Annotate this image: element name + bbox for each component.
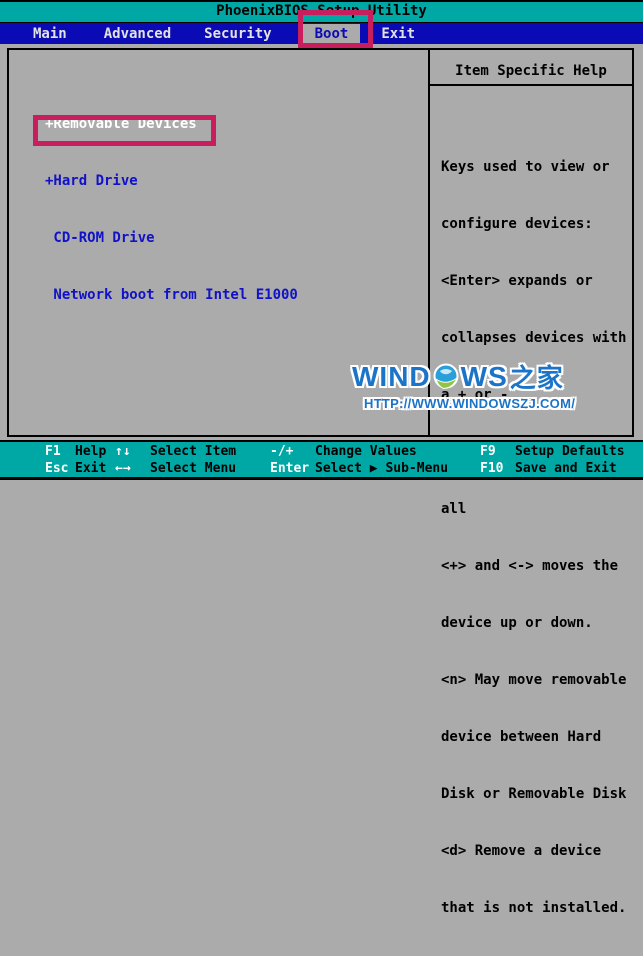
- watermark-logo-cn: 之家: [509, 363, 564, 393]
- key-f1: F1: [45, 444, 61, 459]
- watermark-logo: WIND WS 之家: [352, 358, 575, 395]
- key-f9: F9: [480, 444, 496, 459]
- key-esc: Esc: [45, 461, 69, 476]
- tab-advanced[interactable]: Advanced: [100, 24, 175, 44]
- tab-security[interactable]: Security: [200, 24, 275, 44]
- help-pane-title: Item Specific Help: [430, 50, 632, 86]
- footer-keybar: F1 Help ↑↓ Select Item -/+ Change Values…: [0, 440, 643, 480]
- key-minus-plus: -/+: [270, 444, 294, 459]
- boot-item-cdrom-drive[interactable]: CD-ROM Drive: [45, 229, 298, 248]
- key-f10: F10: [480, 461, 504, 476]
- bios-setup-screen: { "title": "PhoenixBIOS Setup Utility", …: [0, 0, 643, 916]
- removable-devices-annotation-box: [33, 115, 216, 146]
- key-updown-arrows: ↑↓: [115, 444, 131, 459]
- watermark-url: HTTP://WWW.WINDOWSZJ.COM/: [364, 396, 576, 411]
- help-line: that is not installed.: [441, 900, 627, 916]
- footer-row-2: Esc Exit ←→ Select Menu Enter Select ▶ S…: [0, 460, 643, 477]
- tab-exit[interactable]: Exit: [377, 24, 419, 44]
- help-line: device up or down.: [441, 615, 593, 631]
- label-help: Help: [75, 444, 107, 459]
- boot-tab-annotation-box: [298, 10, 373, 48]
- watermark-logo-suffix: WS: [460, 360, 508, 392]
- help-line: configure devices:: [441, 216, 593, 232]
- help-line: <n> May move removable: [441, 672, 627, 688]
- help-pane-text: Keys used to view or configure devices: …: [441, 120, 626, 956]
- help-line: <Enter> expands or: [441, 273, 593, 289]
- footer-row-1: F1 Help ↑↓ Select Item -/+ Change Values…: [0, 443, 643, 460]
- label-select-item: Select Item: [150, 444, 237, 459]
- key-leftright-arrows: ←→: [115, 461, 131, 476]
- label-save-and-exit: Save and Exit: [515, 461, 617, 476]
- label-change-values: Change Values: [315, 444, 417, 459]
- help-line: <d> Remove a device: [441, 843, 602, 859]
- globe-icon: [433, 363, 459, 389]
- watermark-logo-prefix: WIND: [352, 360, 431, 392]
- label-exit: Exit: [75, 461, 107, 476]
- help-line: Keys used to view or: [441, 159, 610, 175]
- label-setup-defaults: Setup Defaults: [515, 444, 625, 459]
- key-enter: Enter: [270, 461, 310, 476]
- boot-item-hard-drive[interactable]: +Hard Drive: [45, 172, 298, 191]
- help-line: Disk or Removable Disk: [441, 786, 627, 802]
- boot-item-network-boot[interactable]: Network boot from Intel E1000: [45, 286, 297, 305]
- tab-main[interactable]: Main: [29, 24, 71, 44]
- watermark: WIND WS 之家 HTTP://WWW.WINDOWSZJ.COM/: [352, 358, 576, 412]
- help-line: all: [441, 501, 467, 517]
- help-line: device between Hard: [441, 729, 602, 745]
- help-line: <+> and <-> moves the: [441, 558, 619, 574]
- help-line: collapses devices with: [441, 330, 627, 346]
- label-select-menu: Select Menu: [150, 461, 237, 476]
- label-select-submenu: Select ▶ Sub-Menu: [315, 461, 449, 476]
